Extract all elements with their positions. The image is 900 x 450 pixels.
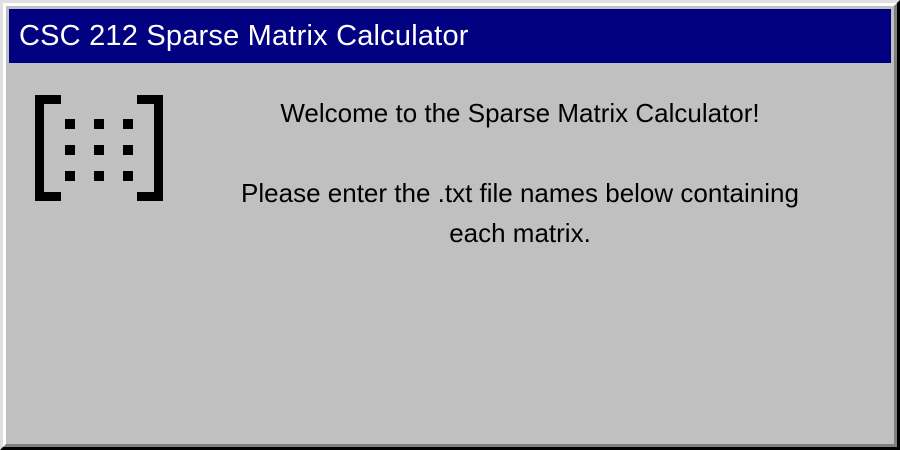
window-frame: CSC 212 Sparse Matrix Calculator Welcome… (3, 3, 897, 447)
title-bar[interactable]: CSC 212 Sparse Matrix Calculator (9, 9, 891, 63)
app-window: CSC 212 Sparse Matrix Calculator Welcome… (0, 0, 900, 450)
instruction-text: Please enter the .txt file names below c… (241, 178, 799, 248)
message-area: Welcome to the Sparse Matrix Calculator!… (189, 93, 851, 253)
dialog-content: Welcome to the Sparse Matrix Calculator!… (9, 63, 891, 441)
matrix-icon (35, 95, 163, 201)
window-title: CSC 212 Sparse Matrix Calculator (19, 19, 469, 52)
welcome-text: Welcome to the Sparse Matrix Calculator! (280, 98, 760, 128)
